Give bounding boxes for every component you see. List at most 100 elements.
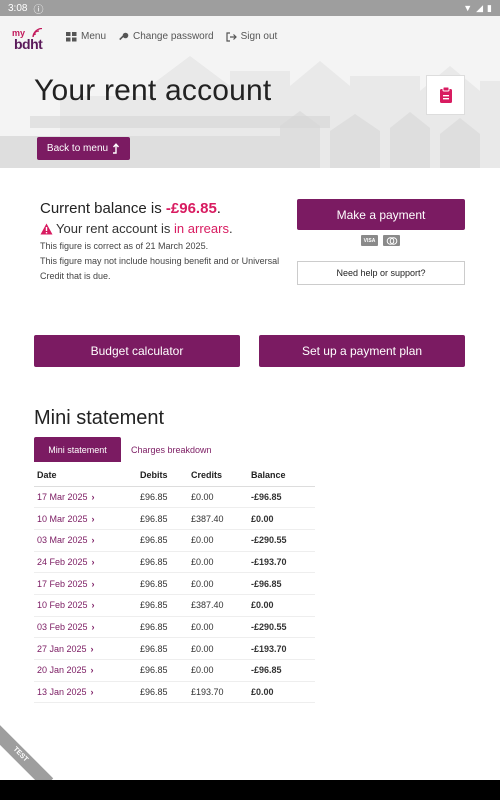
row-balance: £0.00	[248, 681, 315, 704]
balance-prefix: Current balance is	[40, 200, 166, 217]
table-row[interactable]: 03 Feb 2025 › £96.85 £0.00 -£290.55	[34, 616, 315, 639]
arrears-prefix: Your rent account is	[56, 221, 175, 236]
row-credit: £0.00	[188, 659, 248, 682]
table-row[interactable]: 17 Mar 2025 › £96.85 £0.00 -£96.85	[34, 486, 315, 509]
table-row[interactable]: 03 Mar 2025 › £96.85 £0.00 -£290.55	[34, 529, 315, 552]
logo-main-text: bdht	[14, 36, 43, 52]
chevron-right-icon: ›	[91, 491, 95, 502]
row-date[interactable]: 17 Feb 2025 ›	[34, 572, 137, 595]
table-row[interactable]: 17 Feb 2025 › £96.85 £0.00 -£96.85	[34, 572, 315, 595]
row-balance: -£96.85	[248, 659, 315, 682]
row-debit: £96.85	[137, 507, 188, 530]
payment-plan-button[interactable]: Set up a payment plan	[259, 335, 465, 367]
row-debit: £96.85	[137, 572, 188, 595]
tab-mini-statement[interactable]: Mini statement	[34, 437, 121, 462]
budget-calculator-button[interactable]: Budget calculator	[34, 335, 240, 367]
row-credit: £0.00	[188, 572, 248, 595]
col-header-balance: Balance	[248, 464, 315, 487]
row-credit: £387.40	[188, 507, 248, 530]
grid-icon	[66, 31, 77, 41]
nav-change-password[interactable]: Change password	[118, 31, 214, 42]
chevron-right-icon: ›	[91, 600, 95, 611]
mastercard-icon	[383, 235, 400, 246]
row-credit: £0.00	[188, 637, 248, 660]
tab-charges-breakdown[interactable]: Charges breakdown	[121, 445, 212, 455]
row-date-link[interactable]: 10 Feb 2025	[37, 600, 88, 610]
row-credit: £387.40	[188, 594, 248, 617]
statement-document-button[interactable]	[426, 75, 465, 115]
row-date[interactable]: 27 Jan 2025 ›	[34, 637, 137, 660]
row-debit: £96.85	[137, 659, 188, 682]
row-debit: £96.85	[137, 486, 188, 509]
row-date[interactable]: 10 Feb 2025 ›	[34, 594, 137, 617]
header: my bdht Menu Change password Sign out Yo…	[0, 16, 500, 168]
top-nav: Menu Change password Sign out	[66, 31, 277, 42]
wifi-icon: ▼	[463, 3, 473, 13]
balance-amount: -£96.85	[165, 200, 217, 217]
key-icon	[119, 32, 129, 40]
table-row[interactable]: 24 Feb 2025 › £96.85 £0.00 -£193.70	[34, 551, 315, 574]
tab-charges-breakdown-label: Charges breakdown	[131, 444, 212, 455]
row-balance: £0.00	[248, 507, 315, 530]
row-credit: £0.00	[188, 551, 248, 574]
row-date-link[interactable]: 03 Mar 2025	[37, 535, 88, 545]
table-row[interactable]: 13 Jan 2025 › £96.85 £193.70 £0.00	[34, 681, 315, 704]
statement-table: Date Debits Credits Balance 17 Mar 2025 ›…	[34, 464, 315, 704]
page-title: Your rent account	[34, 74, 272, 107]
payment-plan-label: Set up a payment plan	[301, 344, 423, 358]
make-payment-label: Make a payment	[336, 207, 426, 222]
row-date-link[interactable]: 03 Feb 2025	[37, 622, 88, 632]
row-date[interactable]: 17 Mar 2025 ›	[34, 486, 137, 509]
table-header-row: Date Debits Credits Balance	[34, 464, 315, 487]
row-date-link[interactable]: 17 Mar 2025	[37, 492, 88, 502]
row-balance: -£193.70	[248, 637, 315, 660]
row-balance: -£193.70	[248, 551, 315, 574]
chevron-right-icon: ›	[91, 556, 95, 567]
row-date[interactable]: 20 Jan 2025 ›	[34, 659, 137, 682]
nav-menu[interactable]: Menu	[66, 31, 106, 42]
row-credit: £0.00	[188, 486, 248, 509]
test-ribbon: TEST	[0, 721, 54, 789]
row-date[interactable]: 03 Feb 2025 ›	[34, 616, 137, 639]
col-header-date: Date	[34, 464, 137, 487]
back-to-menu-button[interactable]: Back to menu	[37, 137, 130, 160]
arrow-up-icon	[113, 143, 120, 154]
accepted-cards: VISA	[361, 235, 400, 246]
chevron-right-icon: ›	[91, 621, 95, 632]
chevron-right-icon: ›	[91, 535, 95, 546]
row-balance: -£96.85	[248, 572, 315, 595]
table-row[interactable]: 27 Jan 2025 › £96.85 £0.00 -£193.70	[34, 637, 315, 660]
status-bar: 3:08 ⓘ ▼ ◢ ▮	[0, 0, 500, 16]
row-date-link[interactable]: 10 Mar 2025	[37, 514, 88, 524]
row-date-link[interactable]: 20 Jan 2025	[37, 665, 87, 675]
row-date-link[interactable]: 17 Feb 2025	[37, 579, 88, 589]
row-date[interactable]: 13 Jan 2025 ›	[34, 681, 137, 704]
battery-icon: ▮	[487, 2, 492, 13]
nav-sign-out-label: Sign out	[240, 31, 278, 42]
row-date-link[interactable]: 24 Feb 2025	[37, 557, 88, 567]
arrears-word: in arrears	[174, 221, 229, 236]
chevron-right-icon: ›	[90, 687, 94, 698]
row-balance: -£290.55	[248, 616, 315, 639]
row-date-link[interactable]: 27 Jan 2025	[37, 644, 87, 654]
row-debit: £96.85	[137, 637, 188, 660]
make-payment-button[interactable]: Make a payment	[297, 199, 465, 230]
statement-tabs: Mini statement Charges breakdown	[34, 437, 212, 462]
chevron-right-icon: ›	[91, 513, 95, 524]
table-row[interactable]: 10 Mar 2025 › £96.85 £387.40 £0.00	[34, 507, 315, 530]
table-row[interactable]: 10 Feb 2025 › £96.85 £387.40 £0.00	[34, 594, 315, 617]
mini-statement-title: Mini statement	[34, 407, 165, 429]
table-row[interactable]: 20 Jan 2025 › £96.85 £0.00 -£96.85	[34, 659, 315, 682]
help-support-button[interactable]: Need help or support?	[297, 261, 465, 285]
warning-icon	[40, 223, 53, 234]
nav-sign-out[interactable]: Sign out	[226, 31, 278, 42]
col-header-debits: Debits	[137, 464, 188, 487]
benefit-note: This figure may not include housing bene…	[40, 256, 280, 281]
balance-suffix: .	[216, 200, 221, 217]
row-date[interactable]: 03 Mar 2025 ›	[34, 529, 137, 552]
row-date-link[interactable]: 13 Jan 2025	[37, 687, 87, 697]
row-date[interactable]: 24 Feb 2025 ›	[34, 551, 137, 574]
balance-summary: Current balance is -£96.85. Your rent ac…	[40, 200, 280, 284]
mybdht-logo[interactable]: my bdht	[12, 28, 52, 58]
row-date[interactable]: 10 Mar 2025 ›	[34, 507, 137, 530]
